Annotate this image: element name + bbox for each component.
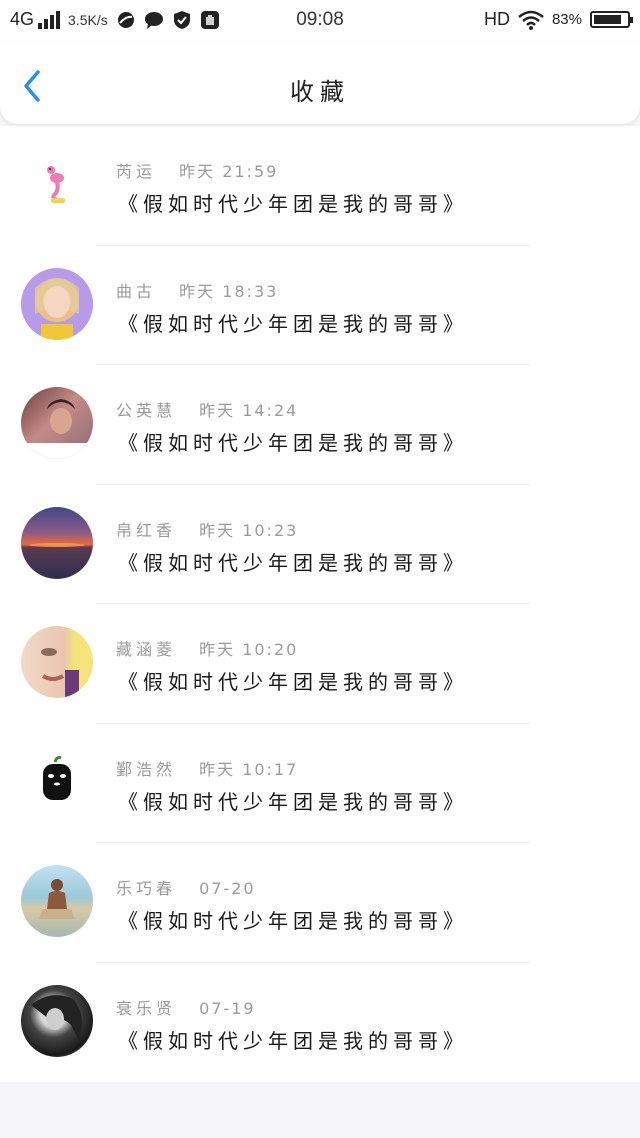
wifi-icon bbox=[518, 10, 544, 30]
item-content: 《假如时代少年团是我的哥哥》 bbox=[118, 550, 468, 575]
hd-indicator: HD bbox=[483, 9, 510, 29]
author-name: 衰乐贤 bbox=[116, 998, 177, 1018]
item-content: 《假如时代少年团是我的哥哥》 bbox=[118, 1028, 468, 1053]
item-time: 昨天 21:59 bbox=[179, 162, 279, 181]
author-name: 鄞浩然 bbox=[116, 759, 177, 779]
list-item[interactable]: 鄞浩然 昨天 10:17 《假如时代少年团是我的哥哥》 bbox=[0, 724, 640, 843]
sunset-photo-icon bbox=[29, 542, 85, 547]
battery-percent: 83% bbox=[551, 11, 582, 28]
item-content: 《假如时代少年团是我的哥哥》 bbox=[118, 192, 468, 216]
screen: 4G 3.5K/s 09:08 HD 83% 收藏 芮运 昨天 21:59 《假… bbox=[0, 0, 640, 1138]
item-meta: 鄞浩然 昨天 10:17 bbox=[116, 756, 298, 780]
list-item[interactable]: 乐巧春 07-20 《假如时代少年团是我的哥哥》 bbox=[0, 843, 640, 963]
item-meta: 芮运 昨天 21:59 bbox=[116, 158, 278, 182]
item-meta: 藏涵菱 昨天 10:20 bbox=[116, 636, 298, 660]
item-time: 07-20 bbox=[199, 879, 256, 898]
beach-photo-icon bbox=[39, 879, 75, 919]
author-name: 藏涵菱 bbox=[116, 640, 177, 659]
item-time: 昨天 14:24 bbox=[199, 401, 299, 420]
list-item[interactable]: 衰乐贤 07-19 《假如时代少年团是我的哥哥》 bbox=[0, 963, 640, 1083]
avatar[interactable] bbox=[21, 865, 93, 937]
item-meta: 衰乐贤 07-19 bbox=[116, 995, 256, 1019]
item-content: 《假如时代少年团是我的哥哥》 bbox=[118, 311, 468, 336]
author-name: 乐巧春 bbox=[116, 879, 177, 898]
status-bar: 4G 3.5K/s 09:08 HD 83% bbox=[0, 0, 640, 42]
portrait-photo-icon bbox=[35, 277, 79, 340]
page-title: 收藏 bbox=[290, 78, 350, 106]
avatar[interactable] bbox=[21, 506, 93, 579]
list-item[interactable]: 芮运 昨天 21:59 《假如时代少年团是我的哥哥》 bbox=[0, 126, 640, 246]
item-meta: 帛红香 昨天 10:23 bbox=[116, 517, 298, 541]
status-right: HD 83% bbox=[483, 9, 633, 30]
item-time: 昨天 10:23 bbox=[199, 520, 299, 540]
item-meta: 曲古 昨天 18:33 bbox=[116, 278, 278, 302]
item-content: 《假如时代少年团是我的哥哥》 bbox=[118, 670, 468, 694]
flamingo-sticker-icon bbox=[47, 166, 65, 203]
list-item[interactable]: 曲古 昨天 18:33 《假如时代少年团是我的哥哥》 bbox=[0, 246, 640, 365]
list-item[interactable]: 公英慧 昨天 14:24 《假如时代少年团是我的哥哥》 bbox=[0, 365, 640, 485]
list-item[interactable]: 帛红香 昨天 10:23 《假如时代少年团是我的哥哥》 bbox=[0, 485, 640, 604]
avatar[interactable] bbox=[21, 387, 93, 459]
list-item[interactable]: 藏涵菱 昨天 10:20 《假如时代少年团是我的哥哥》 bbox=[0, 604, 640, 724]
portrait-photo-icon bbox=[21, 399, 93, 459]
item-time: 昨天 10:17 bbox=[199, 759, 299, 779]
face-photo-icon bbox=[41, 648, 79, 698]
item-content: 《假如时代少年团是我的哥哥》 bbox=[118, 909, 468, 933]
author-name: 曲古 bbox=[116, 281, 157, 301]
ghost-icon bbox=[43, 755, 71, 800]
item-meta: 乐巧春 07-20 bbox=[116, 875, 256, 899]
favorites-list: 芮运 昨天 21:59 《假如时代少年团是我的哥哥》 曲古 昨天 18:33 《… bbox=[0, 126, 640, 1082]
item-time: 昨天 18:33 bbox=[179, 281, 279, 301]
avatar[interactable] bbox=[21, 984, 93, 1057]
item-content: 《假如时代少年团是我的哥哥》 bbox=[118, 789, 468, 814]
avatar[interactable] bbox=[21, 626, 93, 698]
author-name: 帛红香 bbox=[116, 520, 177, 540]
avatar[interactable] bbox=[21, 745, 93, 818]
bw-photo-icon bbox=[31, 994, 82, 1041]
avatar[interactable] bbox=[21, 148, 93, 220]
item-time: 昨天 10:20 bbox=[199, 640, 299, 659]
author-name: 公英慧 bbox=[116, 401, 177, 420]
avatar[interactable] bbox=[21, 267, 93, 340]
nav-bar: 收藏 bbox=[0, 42, 640, 124]
item-time: 07-19 bbox=[199, 998, 256, 1018]
battery-icon bbox=[590, 11, 633, 28]
item-meta: 公英慧 昨天 14:24 bbox=[116, 397, 298, 421]
item-content: 《假如时代少年团是我的哥哥》 bbox=[118, 431, 468, 455]
author-name: 芮运 bbox=[116, 162, 157, 181]
